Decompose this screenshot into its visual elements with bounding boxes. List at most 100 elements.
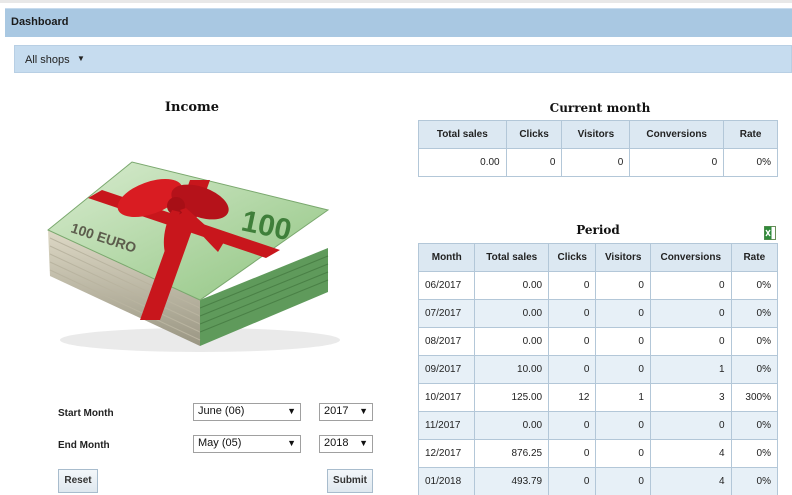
table-cell: 0 — [561, 148, 631, 177]
table-cell: 493.79 — [474, 467, 550, 495]
end-year-select[interactable]: 2018 ▼ — [319, 435, 373, 453]
table-cell: 0.00 — [474, 327, 550, 356]
table-row: 0.00 0 0 0 0% — [418, 148, 778, 177]
table-cell: 0 — [548, 327, 597, 356]
table-row: 01/2018 493.79 0 0 4 0% — [417, 467, 779, 495]
table-cell: 0% — [730, 467, 779, 495]
page-title: Dashboard — [11, 16, 69, 28]
column-header: Total sales — [474, 243, 550, 272]
table-cell: 3 — [649, 383, 732, 412]
submit-button[interactable]: Submit — [327, 469, 373, 493]
table-cell: 0.00 — [474, 271, 550, 300]
table-cell: 0 — [595, 439, 651, 468]
table-cell: 0.00 — [418, 148, 507, 177]
table-cell: 0 — [595, 299, 651, 328]
table-cell: 0% — [723, 148, 778, 177]
shop-selector-label[interactable]: All shops — [25, 54, 70, 66]
excel-export-icon[interactable] — [764, 226, 776, 240]
start-year-value: 2017 — [324, 405, 349, 417]
caret-down-icon[interactable]: ▼ — [77, 54, 85, 63]
table-cell: 0 — [548, 271, 597, 300]
table-cell: 0.00 — [474, 411, 550, 440]
start-month-value: June (06) — [198, 405, 245, 417]
start-month-select[interactable]: June (06) ▼ — [193, 403, 301, 421]
table-cell: 0 — [548, 467, 597, 495]
shop-selector[interactable]: All shops ▼ — [14, 45, 792, 73]
column-header: Visitors — [561, 120, 631, 149]
table-cell: 0 — [629, 148, 725, 177]
table-cell: 0% — [730, 271, 779, 300]
money-gift-image: 100 EURO 100 — [40, 150, 340, 360]
month-cell: 09/2017 — [417, 355, 476, 384]
table-cell: 0% — [730, 299, 779, 328]
table-cell: 4 — [649, 439, 732, 468]
start-year-select[interactable]: 2017 ▼ — [319, 403, 373, 421]
table-cell: 12 — [548, 383, 597, 412]
reset-button[interactable]: Reset — [58, 469, 98, 493]
table-cell: 0% — [730, 327, 779, 356]
month-cell: 08/2017 — [417, 327, 476, 356]
current-month-title: Current month — [549, 101, 651, 115]
month-cell: 06/2017 — [417, 271, 476, 300]
table-cell: 10.00 — [474, 355, 550, 384]
current-month-table: Total sales Clicks Visitors Conversions … — [418, 120, 778, 177]
column-header: Rate — [723, 120, 778, 149]
table-cell: 125.00 — [474, 383, 550, 412]
period-table: Month Total sales Clicks Visitors Conver… — [417, 243, 779, 495]
dropdown-arrow-icon: ▼ — [287, 438, 296, 448]
table-cell: 0 — [649, 271, 732, 300]
table-cell: 0 — [548, 411, 597, 440]
month-cell: 12/2017 — [417, 439, 476, 468]
column-header: Month — [417, 243, 476, 272]
table-cell: 0 — [595, 327, 651, 356]
month-cell: 07/2017 — [417, 299, 476, 328]
table-cell: 300% — [730, 383, 779, 412]
table-cell: 0% — [730, 355, 779, 384]
top-divider — [0, 0, 792, 3]
table-cell: 876.25 — [474, 439, 550, 468]
table-row: 06/2017 0.00 0 0 0 0% — [417, 271, 779, 300]
table-cell: 0.00 — [474, 299, 550, 328]
month-cell: 10/2017 — [417, 383, 476, 412]
table-row: 11/2017 0.00 0 0 0 0% — [417, 411, 779, 440]
end-year-value: 2018 — [324, 437, 349, 449]
table-cell: 0 — [595, 467, 651, 495]
table-row: 08/2017 0.00 0 0 0 0% — [417, 327, 779, 356]
income-title: Income — [164, 100, 220, 115]
table-row: 07/2017 0.00 0 0 0 0% — [417, 299, 779, 328]
table-cell: 0 — [649, 327, 732, 356]
table-row: 12/2017 876.25 0 0 4 0% — [417, 439, 779, 468]
dropdown-arrow-icon: ▼ — [359, 438, 368, 448]
dashboard-header: Dashboard — [5, 8, 792, 37]
end-month-select[interactable]: May (05) ▼ — [193, 435, 301, 453]
column-header: Rate — [730, 243, 779, 272]
table-cell: 0 — [505, 148, 563, 177]
table-cell: 0 — [595, 271, 651, 300]
column-header: Conversions — [649, 243, 732, 272]
table-cell: 0 — [548, 355, 597, 384]
column-header: Clicks — [548, 243, 597, 272]
table-cell: 0 — [548, 299, 597, 328]
table-cell: 1 — [595, 383, 651, 412]
column-header: Visitors — [595, 243, 651, 272]
month-cell: 01/2018 — [417, 467, 476, 495]
table-cell: 4 — [649, 467, 732, 495]
end-month-label: End Month — [58, 440, 110, 451]
start-month-label: Start Month — [58, 408, 114, 419]
dropdown-arrow-icon: ▼ — [287, 406, 296, 416]
month-cell: 11/2017 — [417, 411, 476, 440]
table-cell: 0 — [649, 299, 732, 328]
end-month-value: May (05) — [198, 437, 242, 449]
table-cell: 0 — [649, 411, 732, 440]
table-cell: 0 — [595, 355, 651, 384]
column-header: Clicks — [505, 120, 563, 149]
table-cell: 1 — [649, 355, 732, 384]
column-header: Total sales — [418, 120, 507, 149]
table-cell: 0 — [595, 411, 651, 440]
table-cell: 0 — [548, 439, 597, 468]
period-title: Period — [576, 223, 620, 237]
table-row: 09/2017 10.00 0 0 1 0% — [417, 355, 779, 384]
column-header: Conversions — [629, 120, 725, 149]
table-row: 10/2017 125.00 12 1 3 300% — [417, 383, 779, 412]
dropdown-arrow-icon: ▼ — [359, 406, 368, 416]
